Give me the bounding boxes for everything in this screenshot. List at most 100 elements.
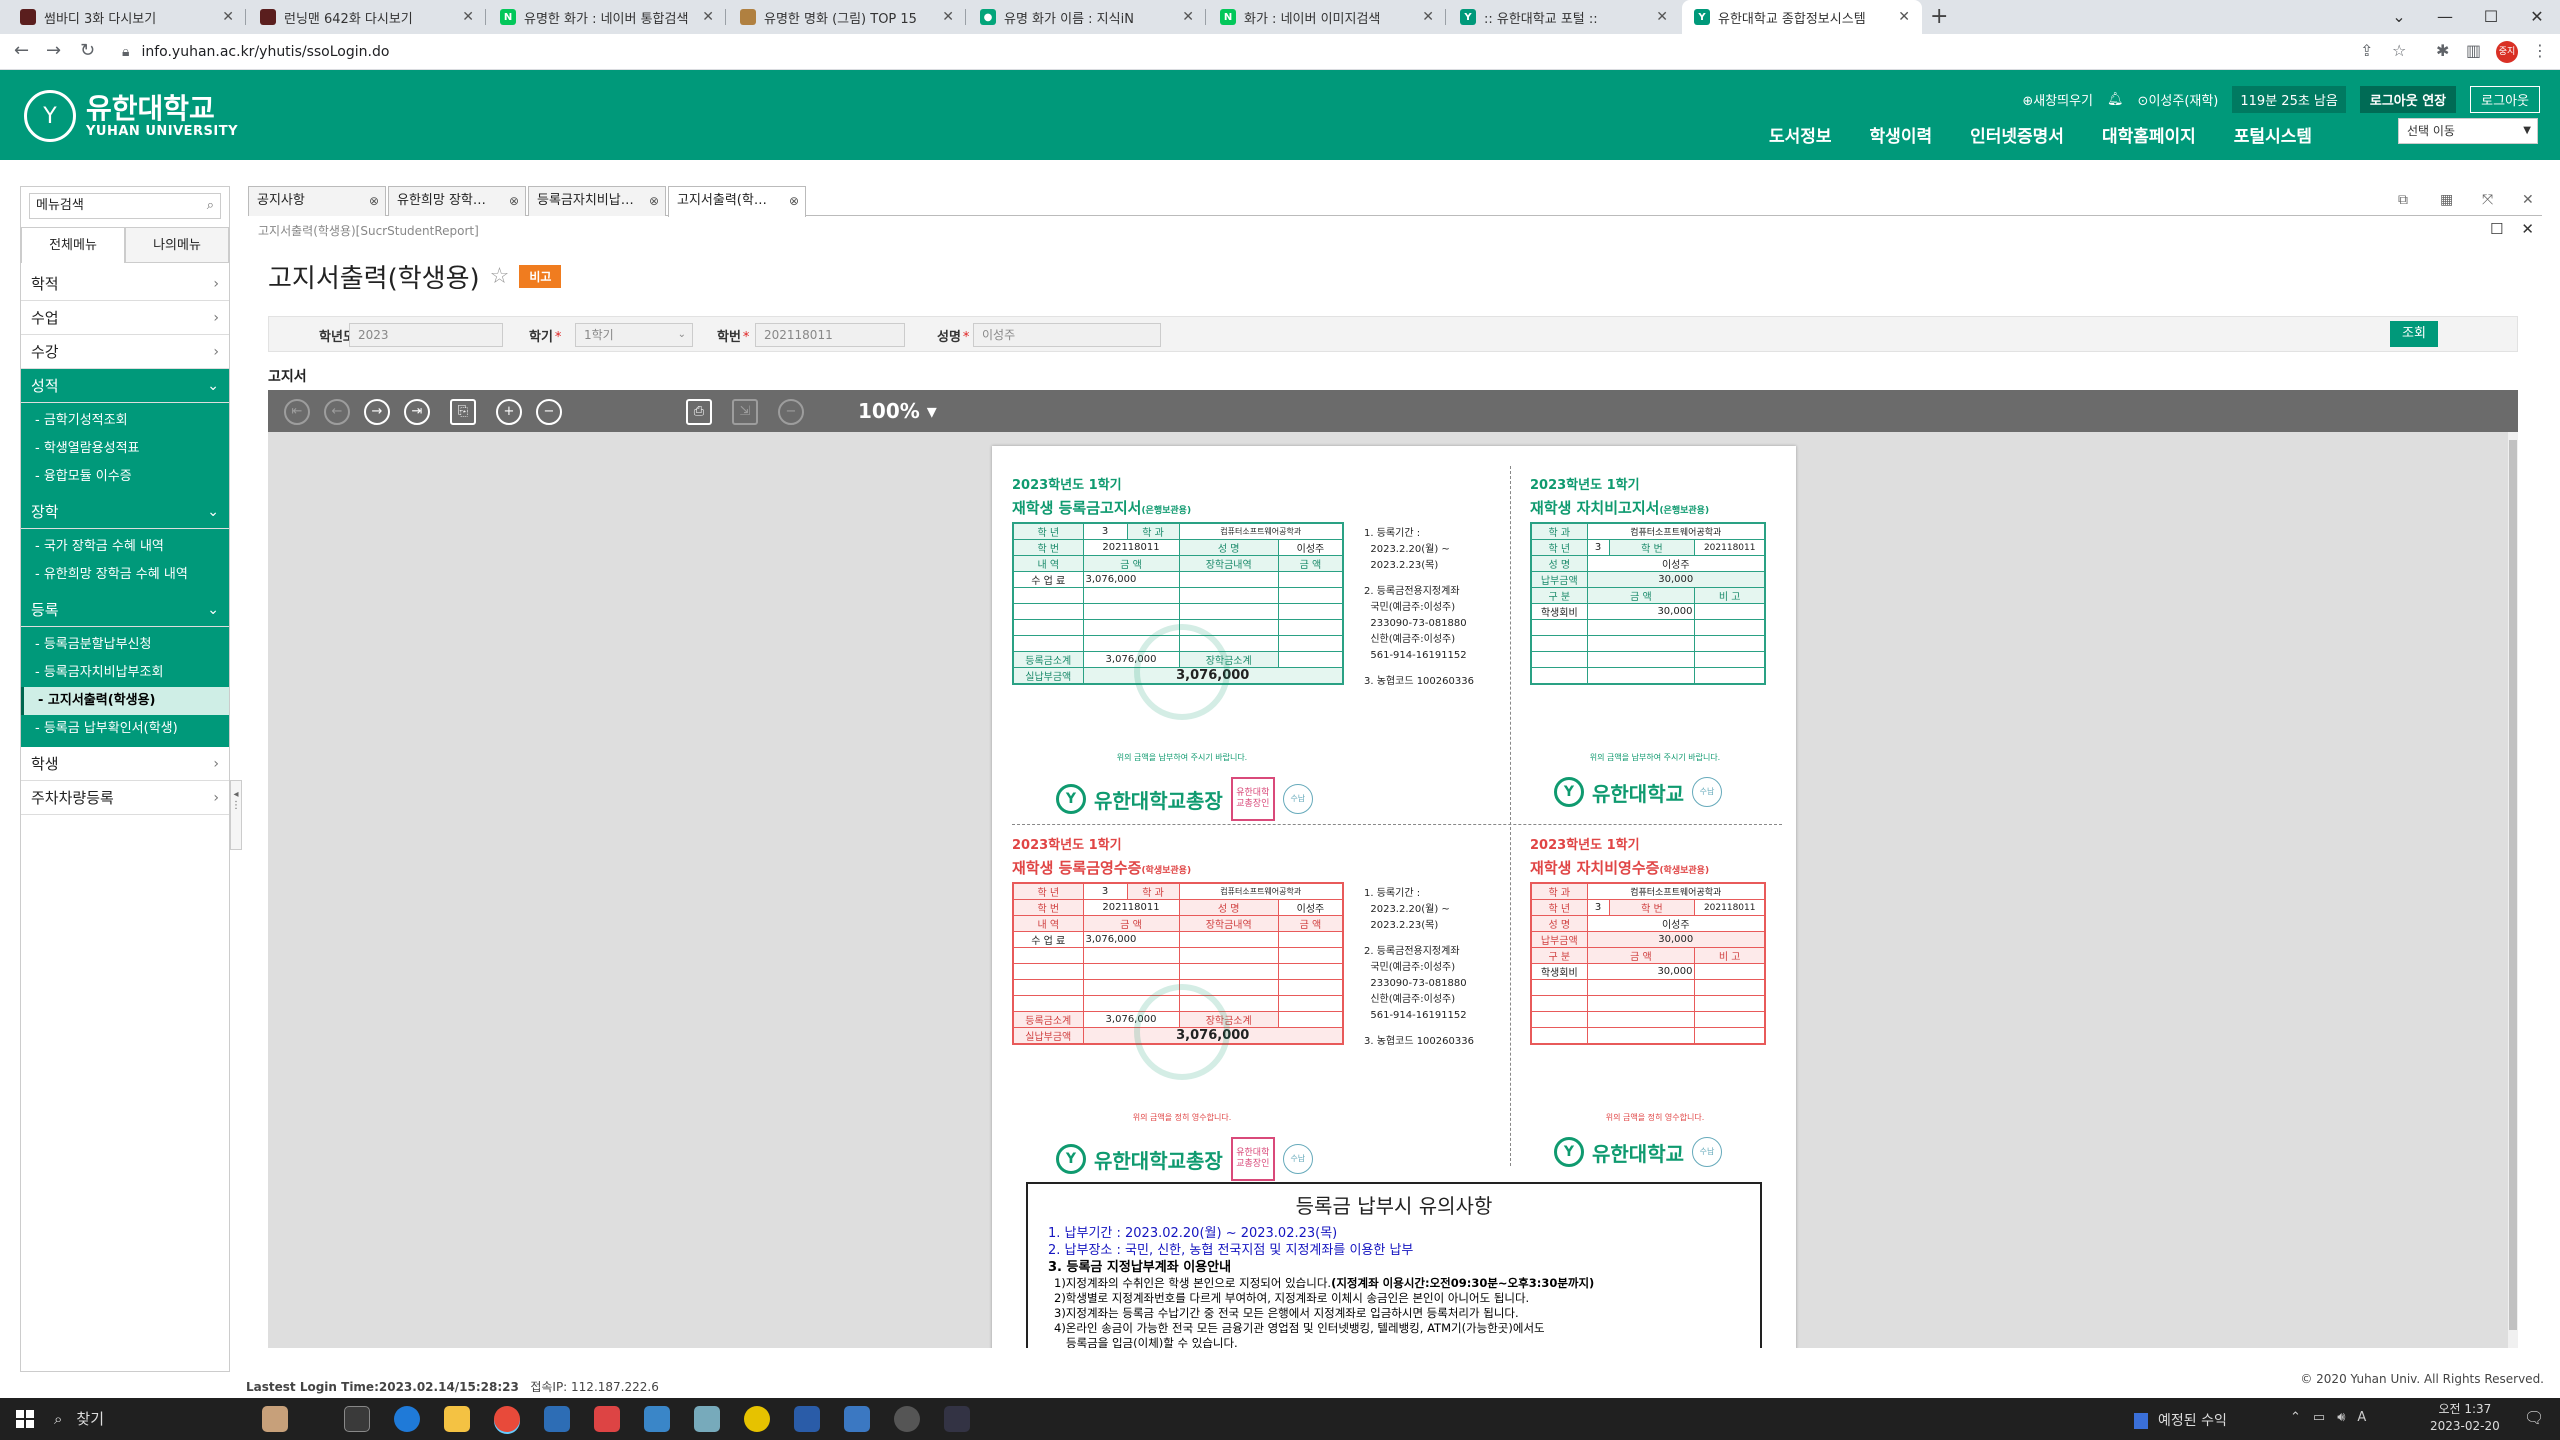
close-icon[interactable]: ✕ — [942, 9, 954, 25]
new-tab-button[interactable]: + — [1930, 0, 1948, 34]
scrollbar-thumb[interactable] — [2509, 440, 2517, 1330]
next-page-icon[interactable]: → — [364, 399, 390, 425]
close-icon[interactable]: ✕ — [462, 9, 474, 25]
chevron-up-icon[interactable]: ⌃ — [2290, 1410, 2301, 1425]
content-tab[interactable]: 공지사항 ⊗ — [248, 186, 386, 216]
zoom-out-icon[interactable]: − — [536, 399, 562, 425]
app-icon[interactable] — [844, 1406, 870, 1432]
close-icon[interactable]: ⊗ — [649, 187, 659, 215]
extend-session-button[interactable]: 로그아웃 연장 — [2359, 86, 2457, 113]
file-explorer-icon[interactable] — [444, 1406, 470, 1432]
close-icon[interactable]: ⊗ — [509, 187, 519, 215]
extensions-icon[interactable]: ✱ — [2436, 41, 2449, 60]
app-icon[interactable] — [944, 1406, 970, 1432]
sidebar-submenu-item[interactable]: - 등록금자치비납부조회 — [21, 659, 229, 687]
user-name[interactable]: ⊙이성주(재학) — [2138, 90, 2219, 109]
close-icon[interactable]: ✕ — [1182, 9, 1194, 25]
browser-tab[interactable]: ● 유명 화가 이름 : 지식iN ✕ — [968, 0, 1206, 34]
forward-icon[interactable]: → — [46, 40, 61, 61]
sidebar-menu-item[interactable]: 학생 › — [21, 747, 229, 781]
sidebar-submenu-item[interactable]: - 유한희망 장학금 수혜 내역 — [21, 561, 229, 589]
app-icon[interactable] — [694, 1406, 720, 1432]
dropdown-icon[interactable]: ⌄ — [2376, 0, 2422, 34]
sidebar-submenu-item[interactable]: - 등록금 납부확인서(학생) — [21, 715, 229, 743]
sidebar-menu-item[interactable]: 장학 ⌄ — [21, 495, 229, 529]
sidepanel-icon[interactable]: ▥ — [2466, 41, 2481, 60]
sidebar-collapse-handle[interactable]: ◂ ⋮ — [230, 780, 242, 850]
browser-tab-active[interactable]: Y 유한대학교 종합정보시스템 ✕ — [1682, 0, 1922, 34]
name-field[interactable]: 이성주 — [973, 323, 1161, 347]
app-icon[interactable] — [744, 1406, 770, 1432]
notification-icon[interactable]: 🗨︎ — [2524, 1408, 2544, 1427]
app-icon[interactable] — [794, 1406, 820, 1432]
report-viewer-canvas[interactable]: 2023학년도 1학기 재학생 등록금고지서(은행보관용) 학 년3학 과 컴퓨터… — [268, 432, 2518, 1348]
remark-badge[interactable]: 비고 — [519, 265, 562, 288]
page-setup-icon[interactable]: ⎘ — [450, 399, 476, 425]
nav-homepage[interactable]: 대학홈페이지 — [2102, 122, 2196, 147]
close-icon[interactable]: ✕ — [1898, 9, 1910, 25]
print-icon[interactable]: ⎙ — [686, 399, 712, 425]
prev-page-icon[interactable]: ← — [324, 399, 350, 425]
nav-certificate[interactable]: 인터넷증명서 — [1970, 122, 2064, 147]
bookmark-star-icon[interactable]: ☆ — [2392, 41, 2406, 60]
year-field[interactable]: 2023 — [349, 323, 503, 347]
browser-tab[interactable]: Y:: 유한대학교 포털 :: ✕ — [1448, 0, 1680, 34]
bell-icon[interactable]: 🔔︎ — [2107, 92, 2124, 107]
sidebar-submenu-item[interactable]: - 고지서출력(학생용) — [21, 687, 229, 715]
sidebar-menu-item[interactable]: 성적 ⌄ — [21, 369, 229, 403]
app-icon[interactable] — [594, 1406, 620, 1432]
logout-button[interactable]: 로그아웃 — [2470, 86, 2540, 113]
chrome-icon[interactable] — [494, 1406, 520, 1432]
zoom-in-icon[interactable]: + — [496, 399, 522, 425]
sidebar-menu-item[interactable]: 등록 ⌄ — [21, 593, 229, 627]
windows-start-icon[interactable] — [16, 1410, 34, 1428]
reload-icon[interactable]: ↻ — [80, 40, 95, 61]
tab-my-menu[interactable]: 나의메뉴 — [125, 227, 229, 263]
sidebar-submenu-item[interactable]: - 금학기성적조회 — [21, 407, 229, 435]
close-all-icon[interactable]: ✕ — [2522, 192, 2534, 208]
language-icon[interactable]: A — [2357, 1410, 2366, 1425]
sidebar-menu-item[interactable]: 수강 › — [21, 335, 229, 369]
new-window-link[interactable]: ⊕새창띄우기 — [2022, 90, 2093, 109]
app-icon[interactable] — [894, 1406, 920, 1432]
sidebar-submenu-item[interactable]: - 등록금분할납부신청 — [21, 631, 229, 659]
close-icon[interactable]: ✕ — [702, 9, 714, 25]
taskbar-news[interactable]: 예정된 수익 — [2134, 1410, 2227, 1430]
grid-icon[interactable]: ▦ — [2440, 192, 2453, 208]
term-select[interactable]: 1학기 ⌄ — [575, 323, 693, 347]
minimize-icon[interactable]: — — [2422, 0, 2468, 34]
network-icon[interactable]: ▭ — [2313, 1410, 2325, 1425]
menu-icon[interactable]: ⋮ — [2532, 41, 2548, 60]
close-icon[interactable]: ✕ — [1656, 9, 1668, 25]
sidebar-submenu-item[interactable]: - 국가 장학금 수혜 내역 — [21, 533, 229, 561]
first-page-icon[interactable]: ⇤ — [284, 399, 310, 425]
task-view-icon[interactable] — [344, 1406, 370, 1432]
taskbar-clock[interactable]: 오전 1:37 2023-02-20 — [2430, 1401, 2500, 1435]
share-icon[interactable]: ⇪ — [2360, 41, 2373, 60]
quick-move-select[interactable]: 선택 이동 ▼ — [2398, 118, 2538, 144]
browser-tab[interactable]: N 화가 : 네이버 이미지검색 ✕ — [1208, 0, 1446, 34]
content-tab[interactable]: 유한희망 장학… ⊗ — [388, 186, 526, 216]
search-button[interactable]: 조회 — [2390, 321, 2438, 347]
close-icon[interactable]: ✕ — [1422, 9, 1434, 25]
close-icon[interactable]: ✕ — [222, 9, 234, 25]
close-icon[interactable]: ⊗ — [789, 187, 799, 215]
back-icon[interactable]: ← — [14, 40, 29, 61]
url-field[interactable]: 🔒︎ info.yuhan.ac.kr/yhutis/ssoLogin.do — [122, 40, 389, 64]
content-tab[interactable]: 등록금자치비납… ⊗ — [528, 186, 666, 216]
close-icon[interactable]: ✕ — [2521, 220, 2534, 238]
student-id-field[interactable]: 202118011 — [755, 323, 905, 347]
volume-icon[interactable]: 🔊︎ — [2337, 1410, 2345, 1425]
nav-student-history[interactable]: 학생이력 — [1870, 122, 1933, 147]
zoom-select[interactable]: 100% ▾ — [858, 399, 937, 423]
browser-tab[interactable]: 런닝맨 642화 다시보기 ✕ — [248, 0, 486, 34]
sidebar-submenu-item[interactable]: - 학생열람용성적표 — [21, 435, 229, 463]
menu-search-input[interactable]: 메뉴검색 ⌕ — [29, 193, 221, 219]
search-icon[interactable]: ⌕ — [207, 194, 214, 218]
close-icon[interactable]: ⊗ — [369, 187, 379, 215]
sidebar-menu-item[interactable]: 주차차량등록 › — [21, 781, 229, 815]
app-icon[interactable] — [544, 1406, 570, 1432]
favorite-star-icon[interactable]: ☆ — [490, 264, 510, 289]
nav-library[interactable]: 도서정보 — [1769, 122, 1832, 147]
browser-tab[interactable]: 썸바디 3화 다시보기 ✕ — [8, 0, 246, 34]
